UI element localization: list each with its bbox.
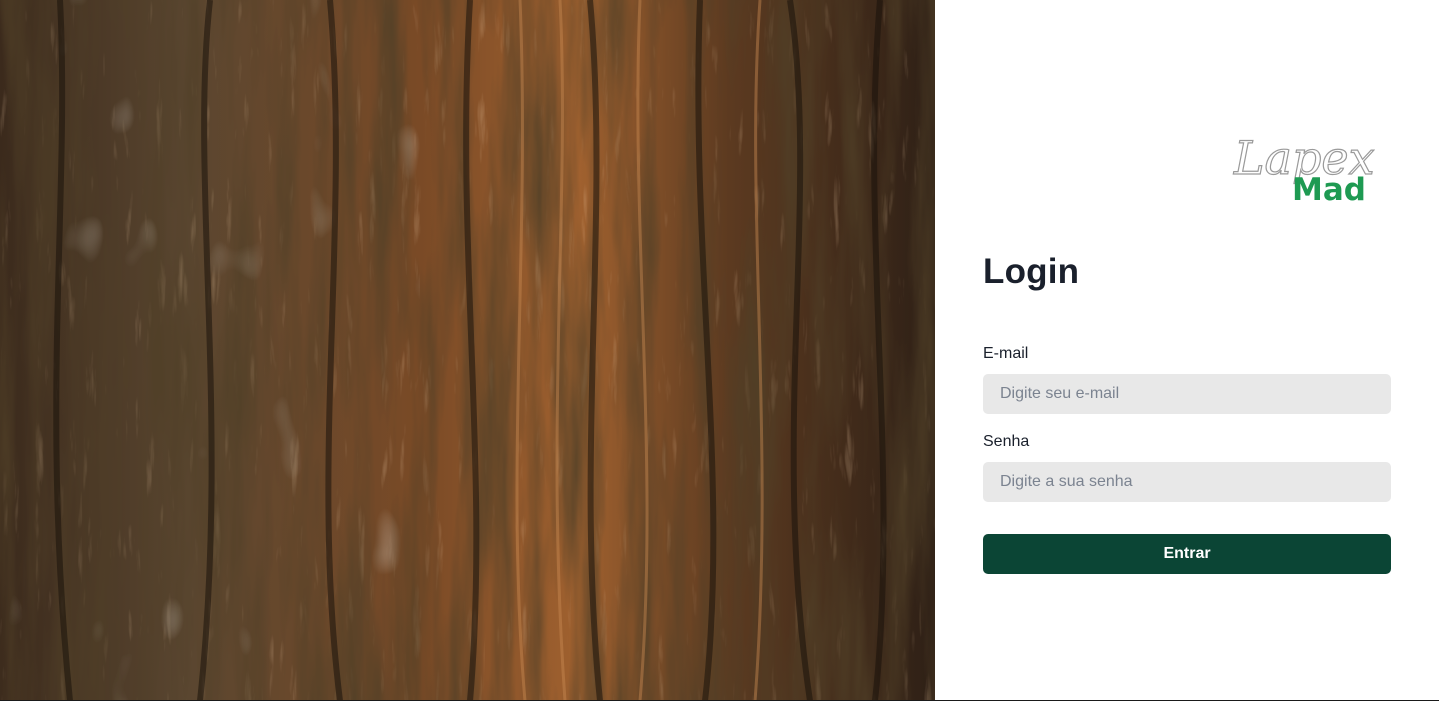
email-field[interactable] bbox=[983, 374, 1391, 414]
login-panel: Lapex Mad Login E-mail Senha Entrar bbox=[935, 0, 1439, 701]
bark-texture bbox=[0, 0, 935, 701]
login-button[interactable]: Entrar bbox=[983, 534, 1391, 574]
password-field[interactable] bbox=[983, 462, 1391, 502]
lapex-mad-logo: Lapex Mad bbox=[1230, 122, 1375, 204]
password-label: Senha bbox=[983, 433, 1030, 450]
page-title: Login bbox=[983, 252, 1080, 291]
logo-text-mad: Mad bbox=[1292, 172, 1366, 204]
email-label: E-mail bbox=[983, 345, 1029, 362]
tree-bark-image bbox=[0, 0, 935, 701]
